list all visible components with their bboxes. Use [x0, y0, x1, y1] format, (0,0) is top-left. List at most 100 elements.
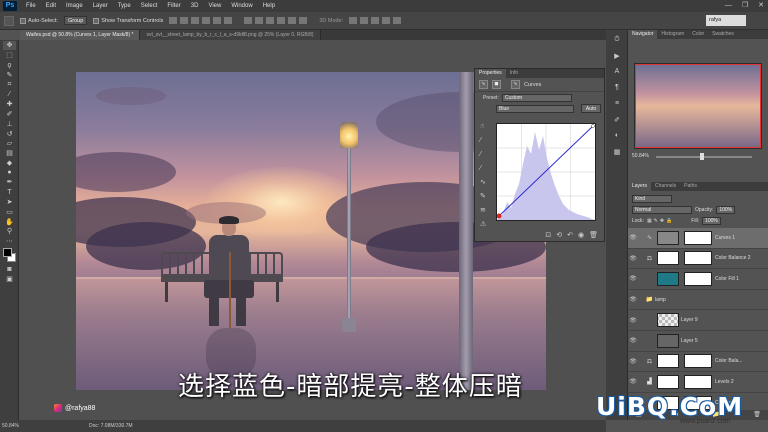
3d-pan-icon[interactable]: [371, 17, 380, 24]
layer-row[interactable]: 👁 ▟ Levels 2: [628, 372, 768, 393]
close-button[interactable]: ✕: [758, 0, 764, 12]
layer-row[interactable]: 👁 Layer 9: [628, 310, 768, 331]
align-top-icon[interactable]: [169, 17, 178, 24]
layer-mask-thumbnail[interactable]: [684, 230, 712, 245]
layer-mask-thumbnail[interactable]: [684, 354, 712, 369]
menu-image[interactable]: Image: [61, 0, 88, 12]
distribute-icon[interactable]: [299, 17, 308, 24]
move-tool-icon[interactable]: ✥: [3, 41, 16, 50]
auto-select-checkbox[interactable]: Auto-Select:: [20, 17, 58, 24]
tab-histogram[interactable]: Histogram: [657, 30, 688, 39]
distribute-icon[interactable]: [255, 17, 264, 24]
distribute-icon[interactable]: [277, 17, 286, 24]
align-left-icon[interactable]: [202, 17, 211, 24]
adjustments-icon[interactable]: ◐: [611, 132, 623, 142]
layer-thumbnail[interactable]: [657, 354, 679, 369]
stamp-tool-icon[interactable]: ⊥: [3, 119, 16, 128]
visibility-eye-icon[interactable]: 👁: [628, 275, 638, 282]
tab-layers[interactable]: Layers: [628, 182, 652, 191]
gray-point-eyedropper-icon[interactable]: ⁄: [480, 151, 486, 159]
menu-help[interactable]: Help: [258, 0, 280, 12]
preset-dropdown[interactable]: Custom: [501, 93, 572, 102]
tab-swatches[interactable]: Swatches: [708, 30, 738, 39]
character-icon[interactable]: A: [611, 68, 623, 78]
layer-row[interactable]: 👁 ∿ Curves 1: [628, 228, 768, 249]
layer-mask-thumbnail[interactable]: [684, 251, 712, 266]
3d-scale-icon[interactable]: [393, 17, 402, 24]
properties-icon[interactable]: ≡: [611, 100, 623, 110]
crop-tool-icon[interactable]: ⌗: [3, 80, 16, 89]
visibility-eye-icon[interactable]: 👁: [628, 296, 638, 303]
layer-mask-thumbnail[interactable]: [684, 271, 712, 286]
curve-point-white[interactable]: [591, 124, 595, 128]
clip-to-layer-icon[interactable]: ⊡: [545, 231, 551, 239]
3d-rotate-icon[interactable]: [349, 17, 358, 24]
screen-mode-icon[interactable]: ▣: [3, 275, 16, 284]
visibility-eye-icon[interactable]: 👁: [628, 337, 638, 344]
blend-mode-dropdown[interactable]: Normal: [632, 205, 692, 214]
curve-point-icon[interactable]: ∿: [480, 179, 486, 187]
styles-icon[interactable]: ▦: [611, 148, 623, 158]
layer-row[interactable]: 👁 ⚖ Color Bala...: [628, 352, 768, 373]
brush-tool-icon[interactable]: ✐: [3, 110, 16, 119]
curves-graph[interactable]: [496, 123, 596, 221]
type-tool-icon[interactable]: T: [3, 188, 16, 197]
white-point-eyedropper-icon[interactable]: ⁄: [480, 165, 486, 173]
distribute-icon[interactable]: [244, 17, 253, 24]
tab-info[interactable]: Info: [506, 69, 522, 78]
channel-dropdown[interactable]: Blue: [496, 104, 574, 113]
brush-presets-icon[interactable]: ✐: [611, 116, 623, 126]
pen-tool-icon[interactable]: ✒: [3, 178, 16, 187]
opacity-input[interactable]: 100%: [716, 205, 736, 214]
actions-icon[interactable]: ▶: [611, 52, 623, 62]
delete-adjustment-icon[interactable]: 🗑: [589, 231, 598, 239]
layer-row[interactable]: 👁 📁 lamp: [628, 290, 768, 311]
visibility-eye-icon[interactable]: 👁: [628, 255, 638, 262]
layer-thumbnail[interactable]: [657, 333, 679, 348]
hand-tool-icon[interactable]: ✋: [3, 217, 16, 226]
navigator-zoom[interactable]: 50.84%: [632, 153, 649, 159]
path-select-tool-icon[interactable]: ➤: [3, 198, 16, 207]
adjustment-icon[interactable]: ∿: [479, 80, 488, 89]
fill-input[interactable]: 100%: [702, 216, 721, 225]
move-tool-preset[interactable]: [4, 15, 14, 26]
menu-filter[interactable]: Filter: [162, 0, 185, 12]
layer-row[interactable]: 👁 Layer 5: [628, 331, 768, 352]
view-previous-icon[interactable]: ⟲: [556, 231, 562, 239]
3d-slide-icon[interactable]: [382, 17, 391, 24]
maximize-button[interactable]: ❐: [742, 0, 748, 12]
tab-properties[interactable]: Properties: [475, 69, 506, 78]
visibility-icon[interactable]: ◉: [578, 231, 584, 239]
layer-mask-thumbnail[interactable]: [684, 374, 712, 389]
navigator-zoom-knob[interactable]: [700, 153, 704, 160]
layer-thumbnail[interactable]: [657, 271, 679, 286]
align-center-icon[interactable]: [213, 17, 222, 24]
align-right-icon[interactable]: [224, 17, 233, 24]
tab-navigator[interactable]: Navigator: [628, 30, 658, 39]
layer-thumbnail[interactable]: [657, 313, 679, 328]
zoom-tool-icon[interactable]: ⚲: [3, 227, 16, 236]
pencil-curve-icon[interactable]: ✎: [480, 193, 486, 201]
quick-mask-icon[interactable]: ◙: [3, 265, 16, 274]
eyedropper-tool-icon[interactable]: ⁄: [3, 90, 16, 99]
visibility-eye-icon[interactable]: 👁: [628, 234, 638, 241]
delete-layer-icon[interactable]: 🗑: [753, 410, 761, 420]
menu-layer[interactable]: Layer: [88, 0, 113, 12]
minimize-button[interactable]: —: [725, 0, 732, 12]
3d-roll-icon[interactable]: [360, 17, 369, 24]
black-point-eyedropper-icon[interactable]: ⁄: [480, 137, 486, 145]
eraser-tool-icon[interactable]: ▱: [3, 139, 16, 148]
visibility-eye-icon[interactable]: 👁: [628, 378, 638, 385]
auto-select-dropdown[interactable]: Group: [63, 16, 88, 25]
blur-tool-icon[interactable]: ◆: [3, 159, 16, 168]
tab-channels[interactable]: Channels: [651, 182, 680, 191]
mask-icon[interactable]: ◼: [492, 80, 501, 89]
marquee-tool-icon[interactable]: ⬚: [3, 51, 16, 60]
menu-edit[interactable]: Edit: [41, 0, 61, 12]
lock-icons[interactable]: ▦✎✥🔒: [647, 218, 674, 224]
smooth-curve-icon[interactable]: ≋: [480, 207, 486, 215]
healing-tool-icon[interactable]: ✚: [3, 100, 16, 109]
foreground-color[interactable]: [3, 248, 12, 258]
auto-button[interactable]: Auto: [581, 104, 601, 113]
gradient-tool-icon[interactable]: ▤: [3, 149, 16, 158]
